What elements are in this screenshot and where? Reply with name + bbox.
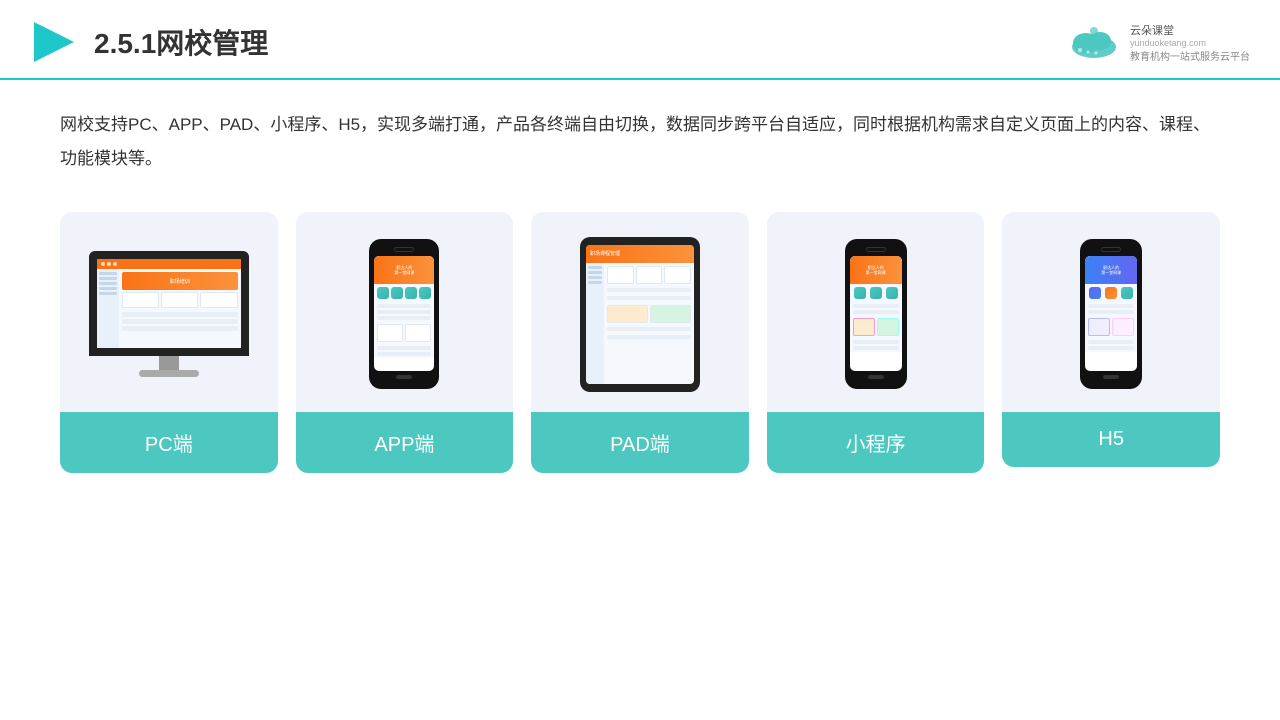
card-app-label: APP端	[296, 412, 514, 473]
cloud-logo-icon	[1066, 23, 1122, 61]
card-h5: 职达人的第一堂网课	[1002, 212, 1220, 467]
card-pc: 职场培训	[60, 212, 278, 473]
card-pad-label: PAD端	[531, 412, 749, 473]
card-miniapp-image: 职达人的第一堂网课	[767, 212, 985, 412]
card-pad: 职场课程管理	[531, 212, 749, 473]
card-app-image: 职达人的第一堂网课	[296, 212, 514, 412]
card-pc-image: 职场培训	[60, 212, 278, 412]
logo-area: 云朵课堂 yunduoketang.com 教育机构一站式服务云平台	[1066, 22, 1250, 63]
logo-text: 云朵课堂 yunduoketang.com 教育机构一站式服务云平台	[1130, 22, 1250, 63]
card-pc-label: PC端	[60, 412, 278, 473]
pc-monitor-icon: 职场培训	[84, 251, 254, 377]
play-icon	[30, 18, 78, 66]
card-pad-image: 职场课程管理	[531, 212, 749, 412]
cards-row: 职场培训	[60, 212, 1220, 473]
page-title: 2.5.1网校管理	[94, 22, 268, 62]
phone-miniapp-icon: 职达人的第一堂网课	[845, 239, 907, 389]
description-text: 网校支持PC、APP、PAD、小程序、H5，实现多端打通，产品各终端自由切换，数…	[60, 108, 1220, 176]
card-miniapp-label: 小程序	[767, 412, 985, 473]
logo-tagline: 教育机构一站式服务云平台	[1130, 48, 1250, 63]
logo-url: yunduoketang.com	[1130, 38, 1206, 48]
card-app: 职达人的第一堂网课	[296, 212, 514, 473]
phone-h5-icon: 职达人的第一堂网课	[1080, 239, 1142, 389]
card-h5-image: 职达人的第一堂网课	[1002, 212, 1220, 412]
card-miniapp: 职达人的第一堂网课	[767, 212, 985, 473]
logo-name: 云朵课堂	[1130, 22, 1174, 38]
page-header: 2.5.1网校管理 云朵课堂 yunduoketang.com 教育机构一站式服…	[0, 0, 1280, 80]
card-h5-label: H5	[1002, 412, 1220, 467]
main-content: 网校支持PC、APP、PAD、小程序、H5，实现多端打通，产品各终端自由切换，数…	[0, 80, 1280, 493]
header-left: 2.5.1网校管理	[30, 18, 268, 66]
phone-app-icon: 职达人的第一堂网课	[369, 239, 439, 389]
tablet-pad-icon: 职场课程管理	[580, 237, 700, 392]
